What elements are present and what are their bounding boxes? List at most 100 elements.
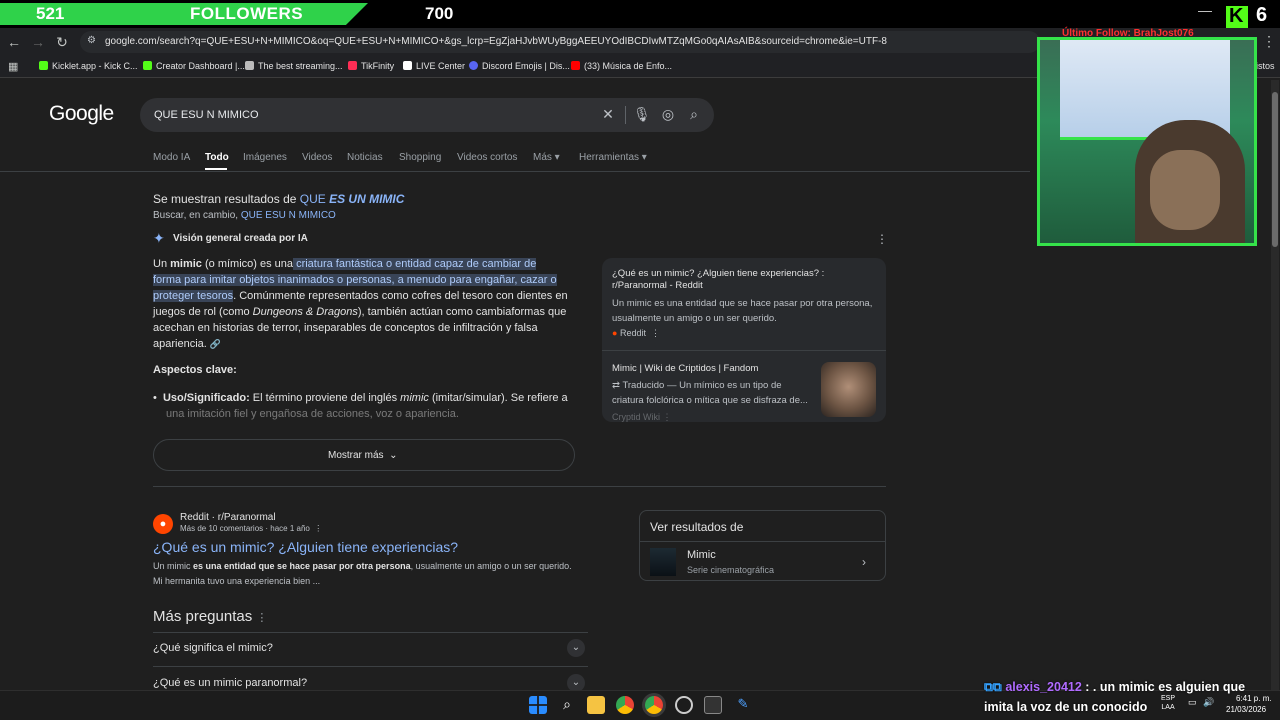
chat-message: ⧉⧉ alexis_20412 : . un mimic es alguien … xyxy=(984,680,1246,694)
obs-icon[interactable] xyxy=(675,696,693,714)
bookmark-overflow[interactable]: istos xyxy=(1256,61,1275,71)
bookmark-creator-dashboard[interactable]: Creator Dashboard |... xyxy=(143,61,245,71)
search-divider xyxy=(625,106,626,124)
result-meta: Más de 10 comentarios · hace 1 año ⋮ xyxy=(180,524,323,533)
aspect-item: • Uso/Significado: El término proviene d… xyxy=(153,392,568,420)
clock-date[interactable]: 21/03/2026 xyxy=(1226,705,1266,714)
search-icon[interactable]: ⌕ xyxy=(558,696,576,714)
original-query-link[interactable]: QUE ESU N MIMICO xyxy=(241,210,336,221)
translate-icon: ⇄ xyxy=(612,380,620,391)
back-icon[interactable]: ← xyxy=(5,33,23,51)
chevron-down-icon: ⌄ xyxy=(389,450,398,461)
source-divider xyxy=(602,350,886,351)
see-results-title: Ver resultados de xyxy=(650,520,744,534)
show-more-label: Mostrar más ⌄ xyxy=(328,450,398,461)
pen-icon[interactable]: ✎ xyxy=(734,696,752,714)
chrome-active-icon[interactable] xyxy=(645,696,663,714)
followers-label: FOLLOWERS xyxy=(190,4,304,23)
ai-sources-panel: ¿Qué es un mimic? ¿Alguien tiene experie… xyxy=(602,258,886,422)
chevron-right-icon[interactable]: › xyxy=(862,555,866,569)
search-query[interactable]: QUE ESU N MIMICO xyxy=(154,109,259,121)
youtube-icon xyxy=(571,61,580,70)
network-icon[interactable]: ▭ xyxy=(1188,697,1197,708)
tiktok-icon xyxy=(403,61,412,70)
chat-username: alexis_20412 xyxy=(1005,680,1082,694)
bookmark-tikfinity[interactable]: TikFinity xyxy=(348,61,394,71)
webcam-overlay xyxy=(1037,37,1257,246)
ai-overview-title: Visión general creada por IA xyxy=(173,233,308,244)
forward-icon[interactable]: → xyxy=(29,33,47,51)
corrected-query-link[interactable]: QUE ES UN MIMIC xyxy=(300,192,405,206)
lens-icon[interactable]: ◎ xyxy=(660,106,676,122)
see-results-item[interactable]: Mimic xyxy=(687,549,716,561)
ai-sparkle-icon: ✦ xyxy=(153,230,165,246)
tab-noticias[interactable]: Noticias xyxy=(347,152,383,163)
source-2-thumbnail[interactable] xyxy=(821,362,876,417)
aspects-title: Aspectos clave: xyxy=(153,364,237,376)
bookmark-live-center[interactable]: LIVE Center xyxy=(403,61,465,71)
tab-herramientas[interactable]: Herramientas ▾ xyxy=(579,152,647,163)
minimize-button[interactable]: — xyxy=(1198,2,1212,18)
faq-question[interactable]: ¿Qué es un mimic paranormal? xyxy=(153,677,307,689)
tab-imagenes[interactable]: Imágenes xyxy=(243,152,287,163)
apps-grid-icon[interactable]: ▦ xyxy=(8,60,18,73)
source-2-snippet: ⇄ Traducido — Un mímico es un tipo de cr… xyxy=(612,380,808,406)
tab-modo-ia[interactable]: Modo IA xyxy=(153,152,190,163)
result-site[interactable]: Reddit · r/Paranormal xyxy=(180,512,276,523)
browser-menu-icon[interactable]: ⋮ xyxy=(1262,33,1276,50)
chrome-icon[interactable] xyxy=(616,696,634,714)
bookmark-youtube-music[interactable]: (33) Música de Enfo... xyxy=(571,61,672,71)
source-2-title[interactable]: Mimic | Wiki de Criptidos | Fandom xyxy=(612,363,758,374)
ai-overview-menu-icon[interactable]: ⋮ xyxy=(876,232,888,246)
result-title-link[interactable]: ¿Qué es un mimic? ¿Alguien tiene experie… xyxy=(153,539,458,555)
chat-message-continued: imita la voz de un conocido xyxy=(984,700,1148,714)
source-1-title[interactable]: ¿Qué es un mimic? ¿Alguien tiene experie… xyxy=(612,268,877,292)
kicklet-icon xyxy=(39,61,48,70)
streamer-face xyxy=(1150,150,1220,230)
scrollbar-thumb[interactable] xyxy=(1272,92,1278,247)
tab-shopping[interactable]: Shopping xyxy=(399,152,441,163)
faq-title: Más preguntas ⋮ xyxy=(153,608,268,625)
section-divider xyxy=(153,486,886,487)
tab-mas[interactable]: Más ▾ xyxy=(533,152,560,163)
address-text[interactable]: google.com/search?q=QUE+ESU+N+MIMICO&oq=… xyxy=(105,36,887,47)
faq-divider xyxy=(153,666,588,667)
chat-badge-icon: ⧉⧉ xyxy=(984,680,1002,694)
site-info-icon[interactable]: ⚙ xyxy=(87,35,96,46)
tab-videos[interactable]: Videos xyxy=(302,152,332,163)
search-icon[interactable]: ⌕ xyxy=(686,106,702,122)
clock-time[interactable]: 6:41 p. m. xyxy=(1236,694,1272,703)
google-logo[interactable]: Google xyxy=(49,102,114,126)
source-1-site[interactable]: ● Reddit ⋮ xyxy=(612,328,660,339)
reddit-icon: ● xyxy=(153,514,173,534)
ai-overview-text: Un mimic (o mímico) es una criatura fant… xyxy=(153,258,568,350)
source-2-site[interactable]: Cryptid Wiki ⋮ xyxy=(612,412,672,422)
mimic-poster-thumbnail[interactable] xyxy=(650,548,676,576)
bookmark-streaming[interactable]: The best streaming... xyxy=(245,61,343,71)
reload-icon[interactable]: ↻ xyxy=(53,33,71,51)
bookmark-kicklet[interactable]: Kicklet.app - Kick C... xyxy=(39,61,138,71)
terminal-icon[interactable] xyxy=(704,696,722,714)
volume-icon[interactable]: 🔊 xyxy=(1203,697,1214,708)
tabs-divider xyxy=(0,171,1030,172)
last-follow-label: Último Follow: BrahJost076 xyxy=(1062,28,1194,39)
microphone-icon[interactable]: 🎙 xyxy=(633,106,651,122)
tab-videos-cortos[interactable]: Videos cortos xyxy=(457,152,517,163)
kick-viewer-count: 6 xyxy=(1256,4,1268,26)
faq-divider xyxy=(153,632,588,633)
input-language[interactable]: ESP LAA xyxy=(1161,694,1175,712)
active-tab-indicator xyxy=(205,168,227,170)
see-results-subtitle: Serie cinematográfica xyxy=(687,565,775,575)
faq-menu-icon[interactable]: ⋮ xyxy=(256,612,267,624)
chevron-down-icon[interactable]: ⌄ xyxy=(567,639,585,657)
folder-icon[interactable] xyxy=(587,696,605,714)
tab-todo[interactable]: Todo xyxy=(205,152,229,163)
link-icon[interactable]: 🔗 xyxy=(210,339,221,349)
faq-question[interactable]: ¿Qué significa el mimic? xyxy=(153,642,273,654)
reddit-icon: ● xyxy=(612,328,618,338)
clear-icon[interactable]: ✕ xyxy=(600,106,616,122)
see-results-divider xyxy=(640,541,885,542)
result-snippet: Un mimic es una entidad que se hace pasa… xyxy=(153,561,572,586)
discord-icon xyxy=(469,61,478,70)
bookmark-discord-emojis[interactable]: Discord Emojis | Dis... xyxy=(469,61,570,71)
